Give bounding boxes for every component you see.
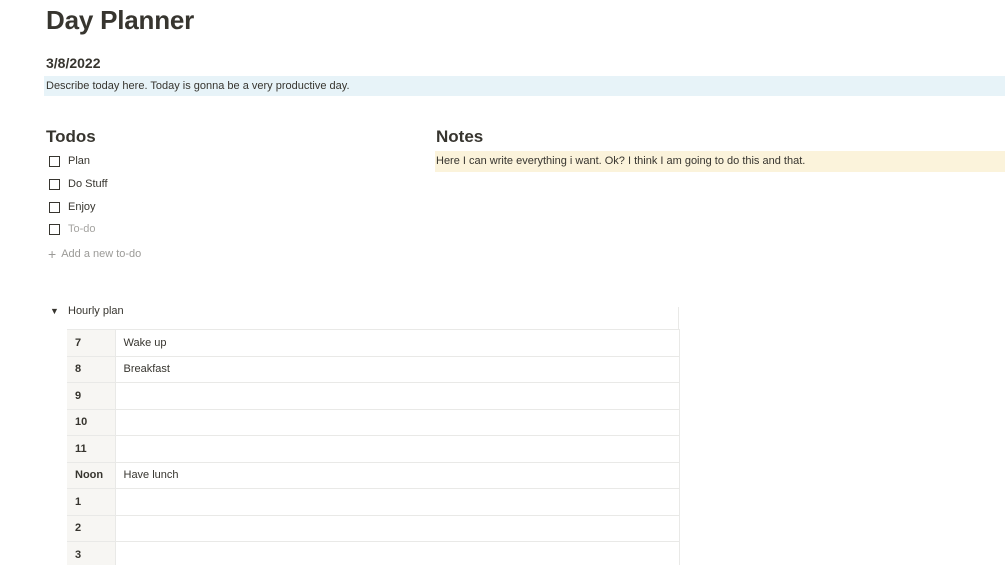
- hour-cell[interactable]: 7: [67, 329, 116, 357]
- task-cell[interactable]: Wake up: [115, 329, 680, 357]
- add-todo-button[interactable]: + Add a new to-do: [48, 246, 141, 262]
- todo-item[interactable]: Do Stuff: [49, 175, 108, 193]
- hour-cell[interactable]: Noon: [67, 461, 116, 489]
- todo-item[interactable]: Plan: [49, 152, 90, 170]
- task-cell[interactable]: [115, 514, 680, 542]
- hour-cell[interactable]: 1: [67, 488, 116, 516]
- todos-heading[interactable]: Todos: [46, 126, 96, 148]
- checkbox[interactable]: [49, 201, 60, 213]
- add-todo-label: Add a new to-do: [61, 248, 142, 260]
- hourly-plan-table: 7 Wake up 8 Breakfast 9 10 11 Noon Have: [67, 329, 680, 565]
- task-cell[interactable]: [115, 382, 680, 410]
- hour-cell[interactable]: 9: [67, 382, 116, 410]
- table-edge-line: [678, 307, 679, 329]
- todo-placeholder-label[interactable]: To-do: [68, 223, 96, 235]
- table-row: 3: [67, 541, 680, 565]
- hour-cell[interactable]: 2: [67, 514, 116, 542]
- date-heading[interactable]: 3/8/2022: [46, 54, 101, 72]
- hour-cell[interactable]: 10: [67, 408, 116, 436]
- table-row: 9: [67, 382, 680, 410]
- hourly-plan-toggle[interactable]: ▼ Hourly plan: [50, 303, 124, 319]
- todo-label[interactable]: Do Stuff: [68, 178, 108, 190]
- table-row: 7 Wake up: [67, 329, 680, 357]
- table-row: Noon Have lunch: [67, 461, 680, 489]
- table-row: 8 Breakfast: [67, 355, 680, 383]
- hour-cell[interactable]: 8: [67, 355, 116, 383]
- checkbox[interactable]: [49, 223, 60, 235]
- hour-cell[interactable]: 11: [67, 435, 116, 463]
- checkbox[interactable]: [49, 178, 60, 190]
- table-row: 1: [67, 488, 680, 516]
- todo-placeholder-item[interactable]: To-do: [49, 220, 96, 238]
- notes-callout[interactable]: Here I can write everything i want. Ok? …: [435, 151, 1005, 172]
- hour-cell[interactable]: 3: [67, 541, 116, 565]
- day-description-callout[interactable]: Describe today here. Today is gonna be a…: [44, 76, 1005, 96]
- todo-label[interactable]: Enjoy: [68, 201, 96, 213]
- table-row: 11: [67, 435, 680, 463]
- page-title[interactable]: Day Planner: [46, 4, 194, 36]
- table-row: 2: [67, 514, 680, 542]
- task-cell[interactable]: Have lunch: [115, 461, 680, 489]
- task-cell[interactable]: [115, 408, 680, 436]
- triangle-down-icon[interactable]: ▼: [50, 306, 59, 316]
- task-cell[interactable]: Breakfast: [115, 355, 680, 383]
- todo-item[interactable]: Enjoy: [49, 198, 96, 216]
- task-cell[interactable]: [115, 435, 680, 463]
- table-row: 10: [67, 408, 680, 436]
- checkbox[interactable]: [49, 155, 60, 167]
- todo-label[interactable]: Plan: [68, 155, 90, 167]
- notes-heading[interactable]: Notes: [436, 126, 483, 148]
- task-cell[interactable]: [115, 541, 680, 565]
- day-planner-page: Day Planner 3/8/2022 Describe today here…: [0, 0, 1005, 565]
- task-cell[interactable]: [115, 488, 680, 516]
- hourly-plan-label[interactable]: Hourly plan: [68, 305, 124, 317]
- plus-icon: +: [48, 246, 57, 262]
